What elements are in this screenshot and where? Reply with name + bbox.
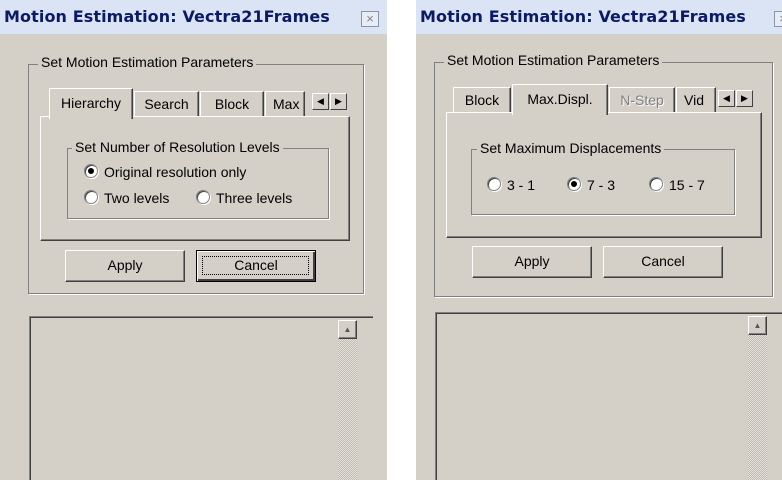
tab-scroll-left-icon[interactable]: ◀ xyxy=(312,93,329,110)
radio-two-levels[interactable]: Two levels xyxy=(84,190,169,206)
apply-button[interactable]: Apply xyxy=(65,250,185,282)
radio-label: 3 - 1 xyxy=(507,177,536,193)
scroll-up-icon[interactable]: ▲ xyxy=(338,320,357,339)
window-title: Motion Estimation: Vectra21Frames xyxy=(420,7,746,26)
apply-label: Apply xyxy=(514,253,550,269)
group-label: Set Motion Estimation Parameters xyxy=(444,52,663,68)
radio-7-3[interactable]: 7 - 3 xyxy=(567,177,615,193)
cancel-button[interactable]: Cancel xyxy=(196,250,316,282)
apply-label: Apply xyxy=(107,257,143,273)
radio-circle xyxy=(196,190,210,204)
radio-circle xyxy=(84,164,98,178)
tab-max-displacement[interactable]: Max.Displ. xyxy=(512,84,608,115)
radio-original-resolution[interactable]: Original resolution only xyxy=(84,164,246,180)
title-bar[interactable]: Motion Estimation: Vectra21Frames × xyxy=(0,0,387,34)
cancel-label: Cancel xyxy=(641,253,685,269)
tab-block[interactable]: Block xyxy=(200,91,264,117)
vertical-scrollbar[interactable]: ▲ xyxy=(338,320,357,480)
radio-label: 15 - 7 xyxy=(669,177,705,193)
radio-circle xyxy=(487,177,501,191)
resolution-levels-label: Set Number of Resolution Levels xyxy=(72,139,283,155)
output-area[interactable]: ▲ xyxy=(29,316,373,480)
radio-dot xyxy=(571,181,577,187)
group-label: Set Motion Estimation Parameters xyxy=(38,54,257,70)
radio-15-7[interactable]: 15 - 7 xyxy=(649,177,705,193)
cancel-label: Cancel xyxy=(234,257,278,273)
radio-label: Original resolution only xyxy=(104,164,247,180)
radio-dot xyxy=(88,168,94,174)
tab-scroll-left-icon[interactable]: ◀ xyxy=(718,90,735,107)
dialog-max-displacement: Motion Estimation: Vectra21Frames × Set … xyxy=(416,0,782,480)
tab-scroll-right-icon[interactable]: ▶ xyxy=(736,90,753,107)
radio-label: Three levels xyxy=(216,190,293,206)
window-title: Motion Estimation: Vectra21Frames xyxy=(4,7,330,26)
tab-max[interactable]: Max xyxy=(265,91,305,117)
output-area[interactable]: ▲ xyxy=(435,312,782,480)
tab-scroll-right-icon[interactable]: ▶ xyxy=(330,93,347,110)
apply-button[interactable]: Apply xyxy=(472,246,592,278)
radio-three-levels[interactable]: Three levels xyxy=(196,190,292,206)
radio-circle xyxy=(567,177,581,191)
tab-block[interactable]: Block xyxy=(453,87,511,113)
tab-search[interactable]: Search xyxy=(134,91,199,117)
tab-n-step[interactable]: N-Step xyxy=(609,87,675,113)
tab-hierarchy[interactable]: Hierarchy xyxy=(49,88,133,119)
title-bar[interactable]: Motion Estimation: Vectra21Frames × xyxy=(416,0,782,34)
radio-label: 7 - 3 xyxy=(587,177,616,193)
radio-3-1[interactable]: 3 - 1 xyxy=(487,177,535,193)
dialog-hierarchy: Motion Estimation: Vectra21Frames × Set … xyxy=(0,0,387,480)
close-icon[interactable]: × xyxy=(361,11,379,27)
close-icon[interactable]: × xyxy=(774,11,782,27)
vertical-scrollbar[interactable]: ▲ xyxy=(748,316,767,480)
radio-circle xyxy=(84,190,98,204)
tab-panel-max-displacement: Set Maximum Displacements 3 - 1 7 - 3 15… xyxy=(446,112,762,238)
max-displacements-label: Set Maximum Displacements xyxy=(477,140,665,156)
radio-circle xyxy=(649,177,663,191)
tab-panel-hierarchy: Set Number of Resolution Levels Original… xyxy=(40,116,350,241)
tab-vid[interactable]: Vid xyxy=(676,87,716,113)
scroll-up-icon[interactable]: ▲ xyxy=(748,316,767,335)
cancel-button[interactable]: Cancel xyxy=(603,246,723,278)
radio-label: Two levels xyxy=(104,190,170,206)
resolution-levels-group: Set Number of Resolution Levels xyxy=(67,139,329,219)
